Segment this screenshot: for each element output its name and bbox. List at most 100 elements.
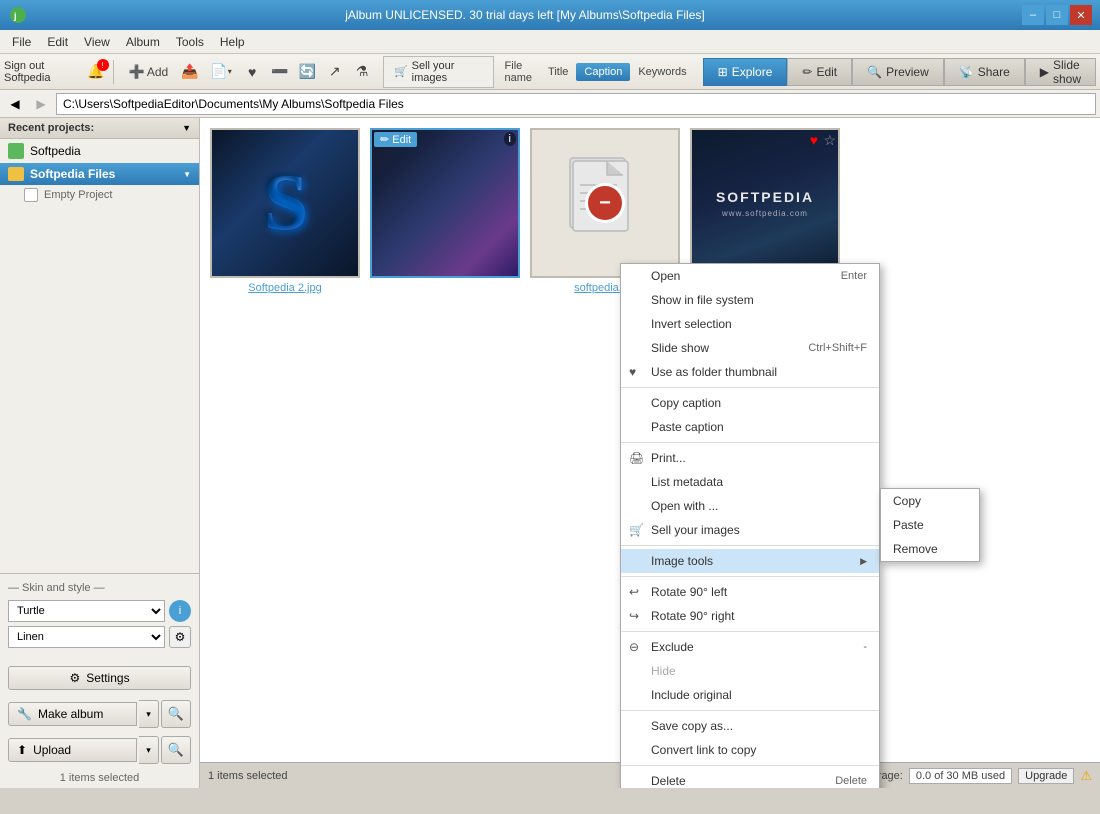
upload-label: Upload [33, 743, 71, 757]
filemeta-keywords[interactable]: Keywords [630, 63, 694, 81]
tab-edit[interactable]: ✏ Edit [787, 58, 852, 86]
active-album[interactable]: Softpedia Files ▼ [0, 163, 199, 185]
project-icon [8, 143, 24, 159]
minus-button[interactable]: ➖ [267, 58, 293, 86]
share-nav-icon: 📡 [959, 65, 974, 79]
ctx-image-tools[interactable]: Image tools ▶ [621, 549, 879, 573]
ctx-convert-link[interactable]: Convert link to copy [621, 738, 879, 762]
upload-arrow[interactable]: ▾ [139, 736, 159, 764]
ctx-save-copy[interactable]: Save copy as... [621, 714, 879, 738]
ctx-rotate-left[interactable]: ↩ Rotate 90° left [621, 580, 879, 604]
menu-album[interactable]: Album [118, 30, 168, 53]
ctx-exclude-shortcut: - [863, 641, 867, 653]
ctx-copy-caption[interactable]: Copy caption [621, 391, 879, 415]
style-select[interactable]: Linen [8, 626, 165, 648]
tab-slideshow[interactable]: ▶ Slide show [1025, 58, 1096, 86]
thumb-img-4[interactable]: SOFTPEDIA www.softpedia.com ♥ ☆ [690, 128, 840, 278]
thumbnail-2: ✏ Edit i [370, 128, 520, 296]
sub-remove[interactable]: Remove [881, 537, 979, 561]
tab-preview[interactable]: 🔍 Preview [852, 58, 944, 86]
menu-view[interactable]: View [76, 30, 118, 53]
album-dropdown-icon: ▼ [183, 170, 191, 179]
menu-tools[interactable]: Tools [168, 30, 212, 53]
ctx-invert-label: Invert selection [651, 317, 732, 331]
address-input[interactable] [56, 93, 1096, 115]
print-icon: 🖨 [629, 451, 644, 465]
edit-badge[interactable]: ✏ Edit [374, 132, 417, 147]
favorite-button[interactable]: ♥ [239, 58, 265, 86]
filemeta-title[interactable]: Title [540, 63, 576, 81]
info-badge[interactable]: i [504, 132, 516, 146]
settings-row: ⚙ Settings [0, 660, 199, 696]
tab-share[interactable]: 📡 Share [944, 58, 1025, 86]
thumb-img-1[interactable]: S [210, 128, 360, 278]
ctx-sell[interactable]: 🛒 Sell your images [621, 518, 879, 542]
menu-edit[interactable]: Edit [39, 30, 76, 53]
ctx-slideshow[interactable]: Slide show Ctrl+Shift+F [621, 336, 879, 360]
thumb-label-1[interactable]: Softpedia 2.jpg [248, 282, 321, 294]
back-button[interactable]: ◀ [4, 93, 26, 115]
window-title: jAlbum UNLICENSED. 30 trial days left [M… [28, 8, 1022, 22]
filemeta-filename[interactable]: File name [497, 57, 541, 87]
recent-projects-header[interactable]: Recent projects: ▼ [0, 118, 199, 139]
ctx-open-with[interactable]: Open with ... [621, 494, 879, 518]
skin-select[interactable]: Turtle [8, 600, 165, 622]
tab-explore[interactable]: ⊞ Explore [703, 58, 788, 86]
settings-button[interactable]: ⚙ Settings [8, 666, 191, 690]
sell-images-button[interactable]: 🛒 Sell your images [383, 56, 495, 88]
export-button[interactable]: ↗ [322, 58, 348, 86]
ctx-exclude[interactable]: ⊖ Exclude - [621, 635, 879, 659]
warning-icon: ⚠ [1080, 768, 1092, 784]
ctx-convert-link-label: Convert link to copy [651, 743, 756, 757]
skin-section-title: — Skin and style — [8, 582, 191, 594]
upload-button[interactable]: ⬆ Upload [8, 738, 137, 762]
thumb-img-3[interactable]: − [530, 128, 680, 278]
menu-file[interactable]: File [4, 30, 39, 53]
make-album-button[interactable]: 🔧 Make album [8, 702, 137, 726]
project-softpedia[interactable]: Softpedia [0, 139, 199, 163]
sync-button[interactable]: 🔄 [294, 58, 320, 86]
sub-paste[interactable]: Paste [881, 513, 979, 537]
slideshow-icon: ▶ [1040, 65, 1049, 79]
ctx-show-fs[interactable]: Show in file system [621, 288, 879, 312]
ctx-list-meta[interactable]: List metadata [621, 470, 879, 494]
upload-search[interactable]: 🔍 [161, 736, 191, 764]
close-button[interactable]: ✕ [1070, 5, 1092, 25]
ctx-paste-caption[interactable]: Paste caption [621, 415, 879, 439]
ctx-include-original[interactable]: Include original [621, 683, 879, 707]
thumbnail-1: S Softpedia 2.jpg [210, 128, 360, 296]
share-button[interactable]: 📤 [177, 58, 203, 86]
new-button[interactable]: 📄▾ [205, 58, 238, 86]
make-album-arrow[interactable]: ▾ [139, 700, 159, 728]
ctx-open[interactable]: Open Enter [621, 264, 879, 288]
settings-label: Settings [86, 671, 129, 685]
make-album-search[interactable]: 🔍 [161, 700, 191, 728]
filter-button[interactable]: ⚗ [349, 58, 375, 86]
thumb-img-2[interactable]: ✏ Edit i [370, 128, 520, 278]
minimize-button[interactable]: – [1022, 5, 1044, 25]
rotate-right-icon: ↪ [629, 609, 639, 623]
style-gear-button[interactable]: ⚙ [169, 626, 191, 648]
recent-label: Recent projects: [8, 122, 94, 134]
ctx-delete-label: Delete [651, 774, 686, 788]
empty-project[interactable]: Empty Project [0, 185, 199, 205]
ctx-delete[interactable]: Delete Delete [621, 769, 879, 788]
ctx-rotate-right[interactable]: ↪ Rotate 90° right [621, 604, 879, 628]
add-button[interactable]: ➕ Add [122, 58, 176, 86]
skin-info-button[interactable]: i [169, 600, 191, 622]
ctx-slideshow-label: Slide show [651, 341, 709, 355]
menu-help[interactable]: Help [212, 30, 253, 53]
upgrade-button[interactable]: Upgrade [1018, 768, 1074, 784]
maximize-button[interactable]: □ [1046, 5, 1068, 25]
ctx-folder-thumb[interactable]: ♥ Use as folder thumbnail [621, 360, 879, 384]
filemeta-caption[interactable]: Caption [576, 63, 630, 81]
filemeta-bar: File name Title Caption Keywords [497, 57, 695, 87]
ctx-print[interactable]: 🖨 Print... [621, 446, 879, 470]
cart-ctx-icon: 🛒 [629, 523, 644, 537]
sub-copy[interactable]: Copy [881, 489, 979, 513]
remove-circle: − [585, 183, 625, 223]
forward-button[interactable]: ▶ [30, 93, 52, 115]
ctx-invert[interactable]: Invert selection [621, 312, 879, 336]
signout-label[interactable]: Sign out Softpedia [4, 60, 83, 84]
addressbar: ◀ ▶ [0, 90, 1100, 118]
